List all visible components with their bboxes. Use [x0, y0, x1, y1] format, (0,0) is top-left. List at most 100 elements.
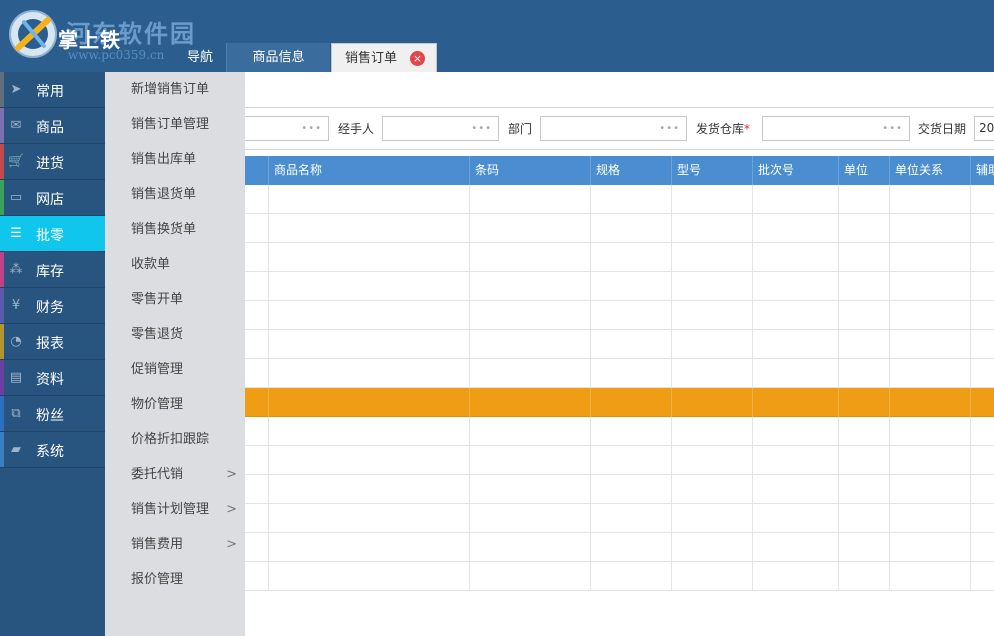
- table-cell[interactable]: [839, 533, 890, 562]
- table-row[interactable]: [245, 504, 994, 533]
- table-row[interactable]: [245, 475, 994, 504]
- lookup-dots-icon[interactable]: •••: [301, 117, 322, 140]
- table-cell[interactable]: [971, 504, 994, 533]
- table-cell[interactable]: [245, 533, 269, 562]
- table-cell[interactable]: [890, 330, 971, 359]
- table-cell[interactable]: [672, 359, 753, 388]
- table-cell[interactable]: [269, 475, 470, 504]
- table-cell[interactable]: [245, 388, 269, 417]
- table-row[interactable]: [245, 446, 994, 475]
- submenu-item[interactable]: 收款单: [105, 247, 245, 282]
- table-cell[interactable]: [839, 272, 890, 301]
- table-cell[interactable]: [269, 330, 470, 359]
- sidebar-item[interactable]: ✉ 商品: [0, 108, 105, 144]
- column-header[interactable]: 单位关系: [890, 156, 971, 185]
- table-cell[interactable]: [890, 475, 971, 504]
- table-cell[interactable]: [591, 214, 672, 243]
- table-cell[interactable]: [971, 417, 994, 446]
- table-cell[interactable]: [672, 562, 753, 591]
- table-row[interactable]: [245, 562, 994, 591]
- table-row[interactable]: [245, 533, 994, 562]
- table-cell[interactable]: [890, 359, 971, 388]
- close-tab-icon[interactable]: ×: [410, 51, 425, 66]
- table-cell[interactable]: [672, 417, 753, 446]
- table-cell[interactable]: [269, 417, 470, 446]
- table-cell[interactable]: [839, 243, 890, 272]
- table-cell[interactable]: [839, 301, 890, 330]
- table-cell[interactable]: [753, 388, 839, 417]
- table-cell[interactable]: [839, 475, 890, 504]
- table-cell[interactable]: [890, 504, 971, 533]
- table-cell[interactable]: [672, 533, 753, 562]
- table-cell[interactable]: [890, 243, 971, 272]
- table-cell[interactable]: [890, 272, 971, 301]
- table-cell[interactable]: [971, 330, 994, 359]
- table-cell[interactable]: [245, 504, 269, 533]
- table-cell[interactable]: [672, 272, 753, 301]
- table-cell[interactable]: [269, 388, 470, 417]
- table-cell[interactable]: [470, 504, 591, 533]
- table-cell[interactable]: [245, 185, 269, 214]
- table-row[interactable]: [245, 388, 994, 417]
- table-cell[interactable]: [672, 475, 753, 504]
- submenu-item[interactable]: 促销管理: [105, 352, 245, 387]
- sidebar-item[interactable]: ◔ 报表: [0, 324, 105, 360]
- table-cell[interactable]: [971, 475, 994, 504]
- warehouse-field[interactable]: •••: [762, 116, 910, 141]
- table-cell[interactable]: [470, 301, 591, 330]
- submenu-item[interactable]: 报价管理: [105, 562, 245, 597]
- table-cell[interactable]: [753, 446, 839, 475]
- table-cell[interactable]: [470, 359, 591, 388]
- table-row[interactable]: [245, 359, 994, 388]
- table-cell[interactable]: [245, 214, 269, 243]
- table-row[interactable]: [245, 417, 994, 446]
- table-cell[interactable]: [269, 533, 470, 562]
- table-cell[interactable]: [753, 301, 839, 330]
- column-header[interactable]: [245, 156, 269, 185]
- table-cell[interactable]: [470, 388, 591, 417]
- table-cell[interactable]: [245, 562, 269, 591]
- table-cell[interactable]: [672, 243, 753, 272]
- table-cell[interactable]: [753, 359, 839, 388]
- table-cell[interactable]: [971, 446, 994, 475]
- table-cell[interactable]: [890, 214, 971, 243]
- lookup-dots-icon[interactable]: •••: [882, 117, 903, 140]
- table-cell[interactable]: [470, 185, 591, 214]
- submenu-item[interactable]: 零售开单: [105, 282, 245, 317]
- table-cell[interactable]: [591, 243, 672, 272]
- sidebar-item[interactable]: ➤ 常用: [0, 72, 105, 108]
- sidebar-item[interactable]: 🛒 进货: [0, 144, 105, 180]
- sidebar-item[interactable]: ⁂ 库存: [0, 252, 105, 288]
- submenu-item[interactable]: 销售退货单: [105, 177, 245, 212]
- table-cell[interactable]: [839, 359, 890, 388]
- table-row[interactable]: [245, 330, 994, 359]
- table-cell[interactable]: [839, 185, 890, 214]
- sidebar-item[interactable]: ▰ 系统: [0, 432, 105, 468]
- table-cell[interactable]: [753, 272, 839, 301]
- handler-field[interactable]: •••: [382, 116, 499, 141]
- customer-field[interactable]: •••: [245, 116, 329, 141]
- table-cell[interactable]: [591, 446, 672, 475]
- table-cell[interactable]: [971, 388, 994, 417]
- table-cell[interactable]: [839, 562, 890, 591]
- table-cell[interactable]: [672, 301, 753, 330]
- table-row[interactable]: [245, 272, 994, 301]
- submenu-item[interactable]: 委托代销 >: [105, 457, 245, 492]
- sidebar-item[interactable]: ☰ 批零: [0, 216, 105, 252]
- table-cell[interactable]: [971, 272, 994, 301]
- table-cell[interactable]: [672, 214, 753, 243]
- table-row[interactable]: [245, 243, 994, 272]
- table-cell[interactable]: [839, 417, 890, 446]
- table-cell[interactable]: [269, 359, 470, 388]
- table-cell[interactable]: [591, 417, 672, 446]
- column-header[interactable]: 规格: [591, 156, 672, 185]
- table-cell[interactable]: [672, 185, 753, 214]
- table-cell[interactable]: [753, 417, 839, 446]
- table-cell[interactable]: [591, 359, 672, 388]
- table-cell[interactable]: [470, 417, 591, 446]
- column-header[interactable]: 型号: [672, 156, 753, 185]
- table-cell[interactable]: [890, 301, 971, 330]
- table-cell[interactable]: [672, 388, 753, 417]
- table-cell[interactable]: [753, 185, 839, 214]
- submenu-item[interactable]: 零售退货: [105, 317, 245, 352]
